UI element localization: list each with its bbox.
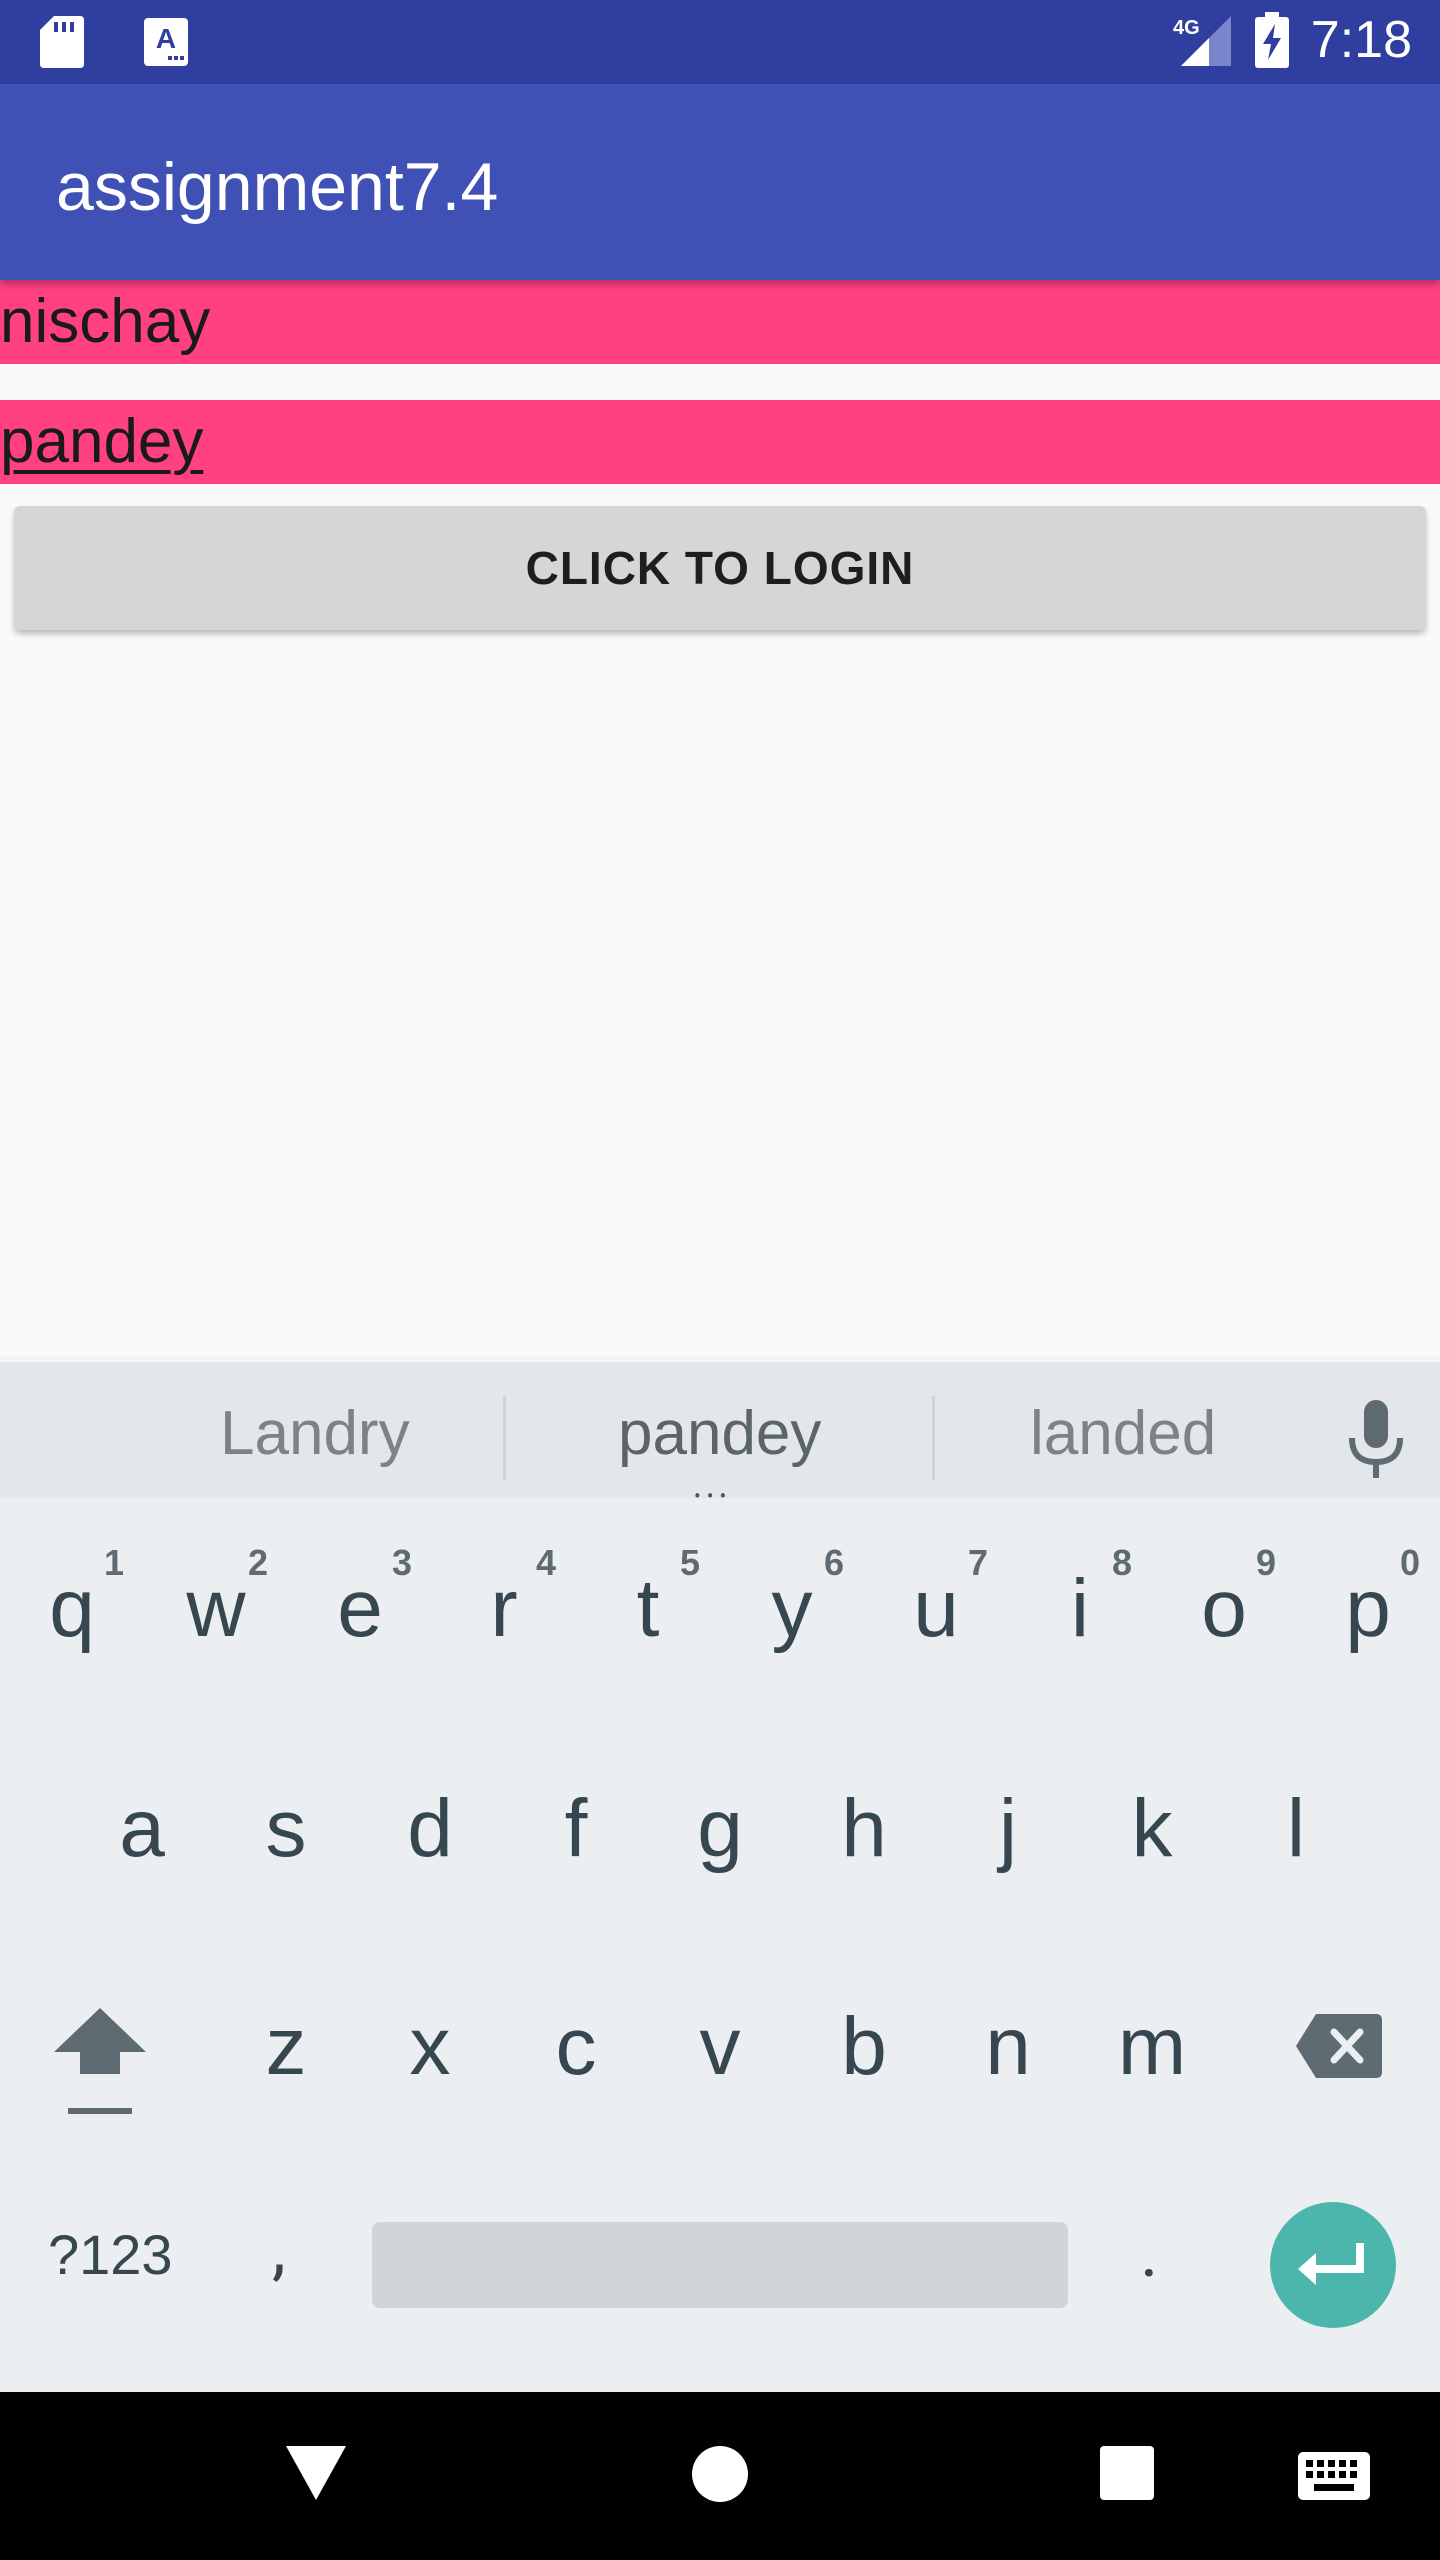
key-v[interactable]: v (670, 2000, 770, 2094)
app-bar: assignment7.4 (0, 84, 1440, 280)
text-notification-icon: A (144, 18, 188, 66)
enter-key[interactable] (1270, 2202, 1396, 2328)
key-h[interactable]: h (814, 1782, 914, 1876)
battery-charging-icon (1254, 12, 1289, 68)
recents-icon[interactable] (1100, 2446, 1154, 2500)
key-j[interactable]: j (958, 1782, 1058, 1876)
home-icon[interactable] (690, 2444, 750, 2504)
microphone-icon[interactable] (1344, 1400, 1408, 1484)
key-f[interactable]: f (526, 1782, 626, 1876)
period-key[interactable]: . (1140, 2212, 1158, 2294)
svg-text:A: A (156, 23, 176, 54)
network-label: 4G (1173, 17, 1200, 39)
password-value: pandey (0, 407, 204, 476)
suggestion-strip: Landry pandey ••• landed (0, 1356, 1440, 1508)
page-title: assignment7.4 (56, 149, 499, 225)
username-field[interactable]: nischay (0, 280, 1440, 364)
password-field[interactable]: pandey (0, 400, 1440, 484)
suggestion-1[interactable]: Landry (220, 1398, 410, 1469)
navigation-bar (0, 2392, 1440, 2560)
shift-icon[interactable] (54, 2008, 146, 2124)
key-l[interactable]: l (1246, 1782, 1346, 1876)
key-y[interactable]: y (742, 1562, 842, 1656)
key-a[interactable]: a (92, 1782, 192, 1876)
enter-icon (1298, 2243, 1364, 2285)
key-e[interactable]: e (310, 1562, 410, 1656)
key-k[interactable]: k (1102, 1782, 1202, 1876)
soft-keyboard: Landry pandey ••• landed 1 q 2 w 3 e 4 r… (0, 1356, 1440, 2392)
key-g[interactable]: g (670, 1782, 770, 1876)
sd-card-icon (40, 16, 84, 68)
comma-key[interactable]: , (272, 2208, 286, 2290)
key-t[interactable]: t (598, 1562, 698, 1656)
key-p[interactable]: p (1318, 1562, 1418, 1656)
key-r[interactable]: r (454, 1562, 554, 1656)
key-d[interactable]: d (380, 1782, 480, 1876)
username-value: nischay (0, 287, 211, 356)
login-button[interactable]: CLICK TO LOGIN (14, 506, 1426, 630)
suggestion-divider (503, 1396, 506, 1480)
key-i[interactable]: i (1030, 1562, 1130, 1656)
symbols-key[interactable]: ?123 (48, 2222, 173, 2287)
status-bar: A 4G 7:18 (0, 0, 1440, 84)
key-s[interactable]: s (236, 1782, 336, 1876)
suggestion-2[interactable]: pandey (618, 1398, 821, 1469)
key-q[interactable]: q (22, 1562, 122, 1656)
key-n[interactable]: n (958, 2000, 1058, 2094)
key-w[interactable]: w (166, 1562, 266, 1656)
signal-icon: 4G (1173, 16, 1231, 66)
backspace-icon[interactable] (1296, 2014, 1382, 2078)
key-z[interactable]: z (236, 2000, 336, 2094)
space-bar[interactable] (372, 2222, 1068, 2308)
keyboard-switch-icon[interactable] (1298, 2452, 1370, 2500)
suggestion-divider (932, 1396, 935, 1480)
key-m[interactable]: m (1102, 2000, 1202, 2094)
key-x[interactable]: x (380, 2000, 480, 2094)
key-b[interactable]: b (814, 2000, 914, 2094)
clock: 7:18 (1310, 11, 1412, 69)
key-c[interactable]: c (526, 2000, 626, 2094)
key-u[interactable]: u (886, 1562, 986, 1656)
back-icon[interactable] (286, 2446, 346, 2502)
more-suggestions-icon[interactable]: ••• (694, 1484, 732, 1508)
suggestion-3[interactable]: landed (1030, 1398, 1216, 1469)
key-o[interactable]: o (1174, 1562, 1274, 1656)
main-content: nischay pandey CLICK TO LOGIN (0, 280, 1440, 1356)
